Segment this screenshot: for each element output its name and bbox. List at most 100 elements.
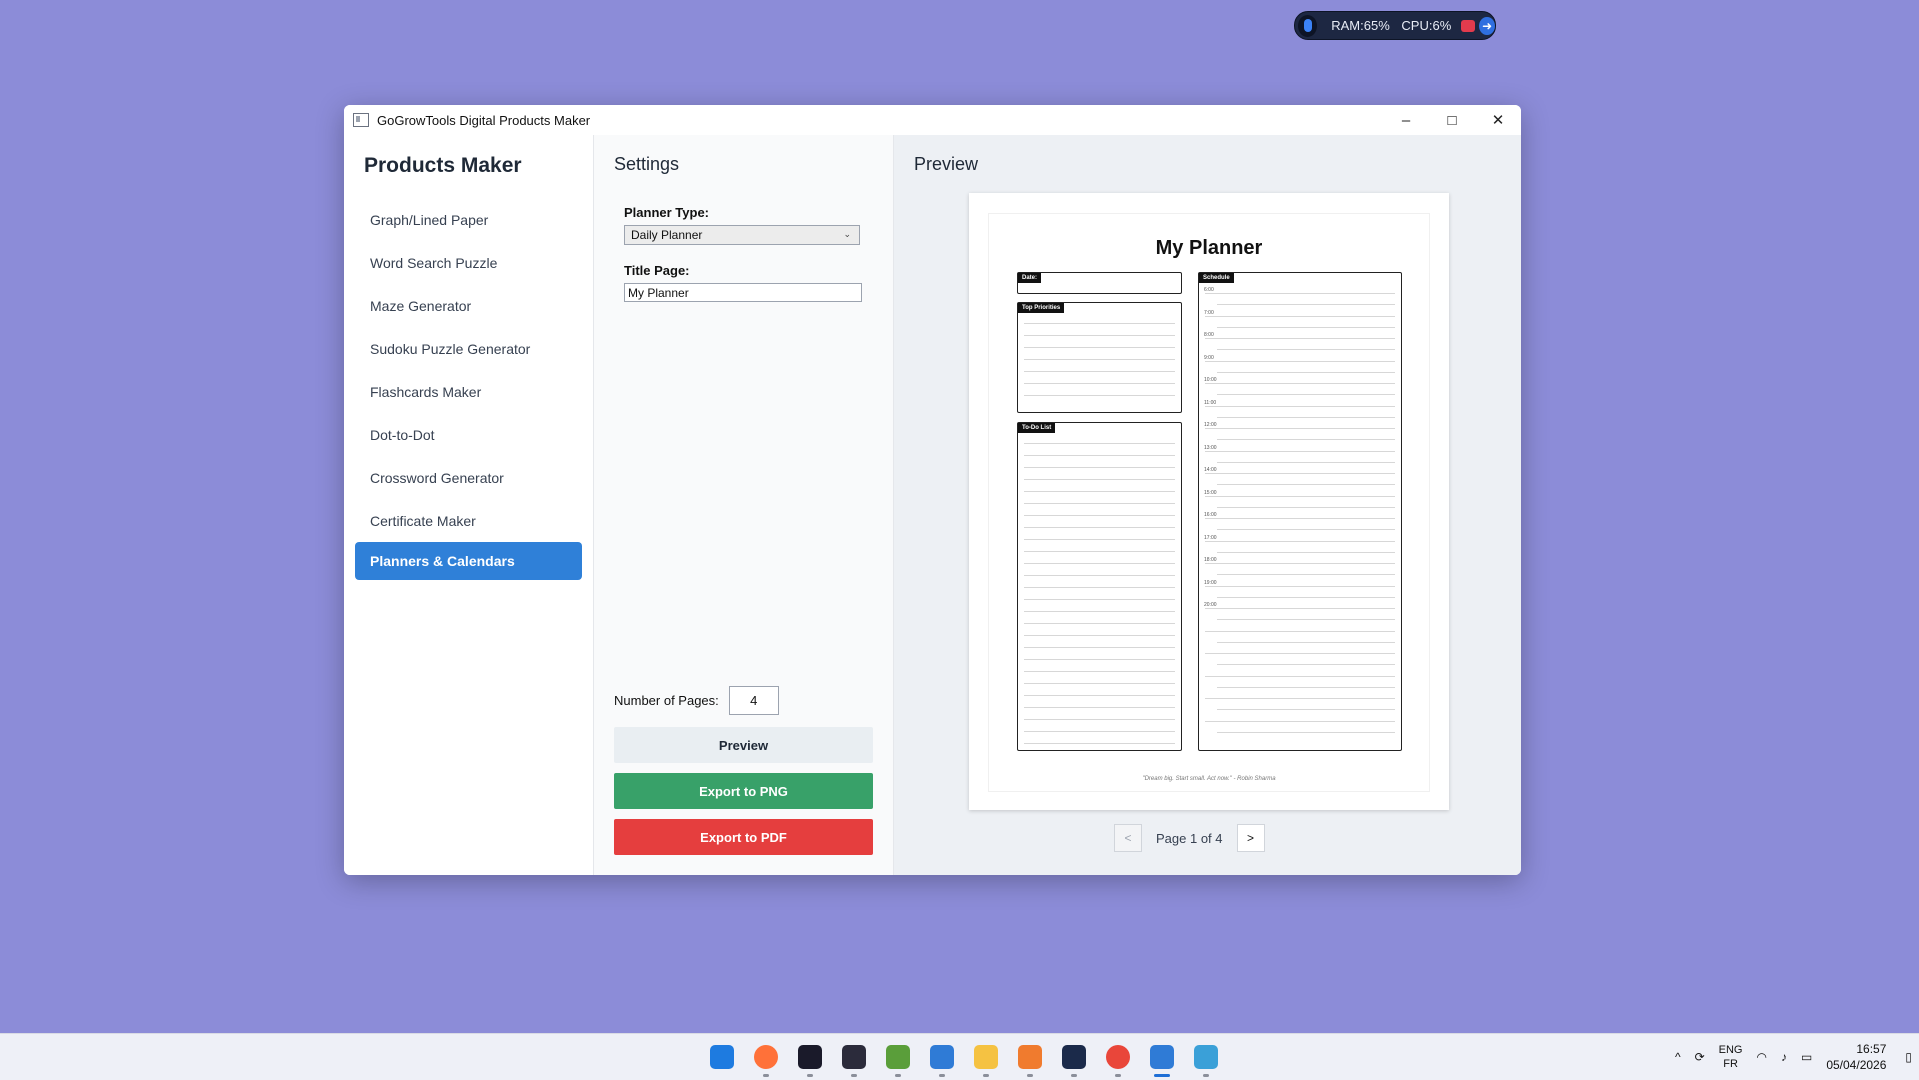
schedule-time-label: 20:00	[1204, 602, 1217, 608]
preview-button[interactable]: Preview	[614, 727, 873, 763]
pages-input[interactable]: 4	[728, 686, 779, 715]
folder-icon[interactable]	[964, 1041, 1008, 1077]
app-icon[interactable]	[1140, 1041, 1184, 1077]
schedule-line	[1205, 428, 1395, 429]
ruled-line	[1024, 515, 1175, 516]
app-icon-glyph	[1062, 1045, 1086, 1069]
running-indicator	[763, 1074, 769, 1077]
schedule-half-line	[1217, 416, 1395, 418]
schedule-time-label: 12:00	[1204, 422, 1217, 428]
cpu-usage: CPU:6%	[1401, 18, 1452, 33]
lang-top: ENG	[1718, 1044, 1743, 1056]
firefox-icon[interactable]	[744, 1041, 788, 1077]
record-icon[interactable]	[1461, 19, 1476, 32]
next-page-button[interactable]: >	[1236, 824, 1265, 852]
chevron-up-icon[interactable]: ^	[1675, 1050, 1681, 1064]
sidebar-item-planners-calendars[interactable]: Planners & Calendars	[355, 542, 582, 580]
schedule-line	[1205, 608, 1395, 609]
sidebar-item-word-search[interactable]: Word Search Puzzle	[355, 241, 582, 284]
app-icon[interactable]	[1008, 1041, 1052, 1077]
schedule-line	[1205, 315, 1395, 317]
ruled-line	[1024, 455, 1175, 456]
sync-icon[interactable]: ⟳	[1695, 1050, 1705, 1064]
planner-preview-page: My Planner Date: Top Priorities To-Do Li…	[969, 193, 1449, 810]
start-icon[interactable]	[700, 1041, 744, 1073]
notepad-icon[interactable]	[920, 1041, 964, 1077]
sidebar-item-graph-lined-paper[interactable]: Graph/Lined Paper	[355, 198, 582, 241]
schedule-time-label: 13:00	[1204, 444, 1217, 451]
planner-type-select[interactable]: Daily Planner ⌄	[624, 225, 860, 245]
running-indicator	[851, 1074, 857, 1077]
app-window: GoGrowTools Digital Products Maker – □ ✕…	[344, 105, 1521, 875]
schedule-time-label: 10:00	[1204, 377, 1217, 383]
ruled-line	[1024, 443, 1175, 444]
app-icon[interactable]	[788, 1041, 832, 1077]
schedule-line	[1205, 293, 1395, 294]
system-monitor-widget[interactable]: RAM:65% CPU:6% ➜	[1294, 11, 1496, 40]
preview-heading: Preview	[914, 154, 979, 174]
schedule-half-line	[1217, 506, 1395, 508]
prev-page-button[interactable]: <	[1114, 824, 1142, 852]
title-page-input[interactable]: My Planner	[624, 283, 862, 302]
schedule-half-line	[1217, 326, 1395, 328]
chrome-icon[interactable]	[1096, 1041, 1140, 1077]
minimize-button[interactable]: –	[1383, 105, 1429, 135]
schedule-box: Schedule 6:00 7:00 8:00 9:00 10:00 11:00 12:00…	[1198, 272, 1402, 751]
running-indicator	[1071, 1074, 1077, 1077]
app-icon[interactable]	[832, 1041, 876, 1077]
planner-type-label: Planner Type:	[624, 205, 710, 220]
battery-icon[interactable]: ▭	[1801, 1050, 1812, 1064]
arrow-right-icon[interactable]: ➜	[1479, 16, 1496, 35]
sidebar-menu: Graph/Lined Paper Word Search Puzzle Maz…	[344, 198, 593, 580]
schedule-line	[1205, 720, 1395, 722]
app-icon-glyph	[1018, 1045, 1042, 1069]
schedule-half-line	[1217, 596, 1395, 598]
ruled-line	[1024, 695, 1175, 696]
app-icon[interactable]	[1052, 1041, 1096, 1077]
sidebar-item-maze-generator[interactable]: Maze Generator	[355, 284, 582, 327]
sidebar-item-crossword[interactable]: Crossword Generator	[355, 456, 582, 499]
pages-row: Number of Pages: 4	[614, 686, 779, 715]
clock-date: 05/04/2026	[1826, 1058, 1887, 1072]
ruled-line	[1024, 707, 1175, 708]
sidebar-item-dot-to-dot[interactable]: Dot-to-Dot	[355, 413, 582, 456]
app-icon[interactable]	[1184, 1041, 1228, 1077]
planner-title: My Planner	[1155, 237, 1263, 259]
notification-icon[interactable]: ▯	[1905, 1050, 1912, 1064]
export-png-button[interactable]: Export to PNG	[614, 773, 873, 809]
ruled-line	[1024, 359, 1175, 360]
maximize-button[interactable]: □	[1429, 105, 1475, 135]
priorities-tag: Top Priorities	[1018, 303, 1065, 313]
sidebar-item-flashcards[interactable]: Flashcards Maker	[355, 370, 582, 413]
schedule-half-line	[1217, 664, 1395, 666]
sidebar-item-sudoku[interactable]: Sudoku Puzzle Generator	[355, 327, 582, 370]
clock[interactable]: 16:57 05/04/2026	[1826, 1041, 1886, 1073]
pages-label: Number of Pages:	[614, 693, 719, 708]
schedule-half-line	[1217, 394, 1395, 396]
export-pdf-button[interactable]: Export to PDF	[614, 819, 873, 855]
app-icon[interactable]	[876, 1041, 920, 1077]
planner-type-value: Daily Planner	[631, 228, 703, 242]
schedule-half-line	[1217, 574, 1395, 576]
schedule-line	[1205, 383, 1395, 384]
language-indicator[interactable]: ENG FR	[1719, 1043, 1743, 1071]
close-button[interactable]: ✕	[1475, 105, 1521, 135]
sidebar-item-certificate[interactable]: Certificate Maker	[355, 499, 582, 542]
ruled-line	[1024, 611, 1175, 612]
schedule-time-label: 17:00	[1204, 534, 1217, 541]
schedule-half-line	[1217, 686, 1395, 688]
ruled-line	[1024, 491, 1175, 492]
schedule-line	[1205, 495, 1395, 497]
wifi-icon[interactable]: ◠	[1757, 1050, 1767, 1064]
date-tag: Date:	[1018, 273, 1042, 283]
microphone-icon[interactable]	[1298, 14, 1318, 37]
schedule-half-line	[1217, 619, 1395, 621]
planner-quote: "Dream big. Start small. Act now." - Rob…	[1142, 776, 1276, 782]
schedule-time-label: 15:00	[1204, 489, 1217, 496]
schedule-time-label: 9:00	[1204, 354, 1214, 361]
volume-icon[interactable]: ♪	[1781, 1050, 1787, 1064]
monitor-stats: RAM:65% CPU:6%	[1331, 18, 1459, 33]
system-tray: ^ ⟳ ENG FR ◠ ♪ ▭ 16:57 05/04/2026 ▯	[1668, 1034, 1919, 1080]
date-box: Date:	[1017, 272, 1182, 294]
schedule-tag: Schedule	[1199, 273, 1234, 283]
